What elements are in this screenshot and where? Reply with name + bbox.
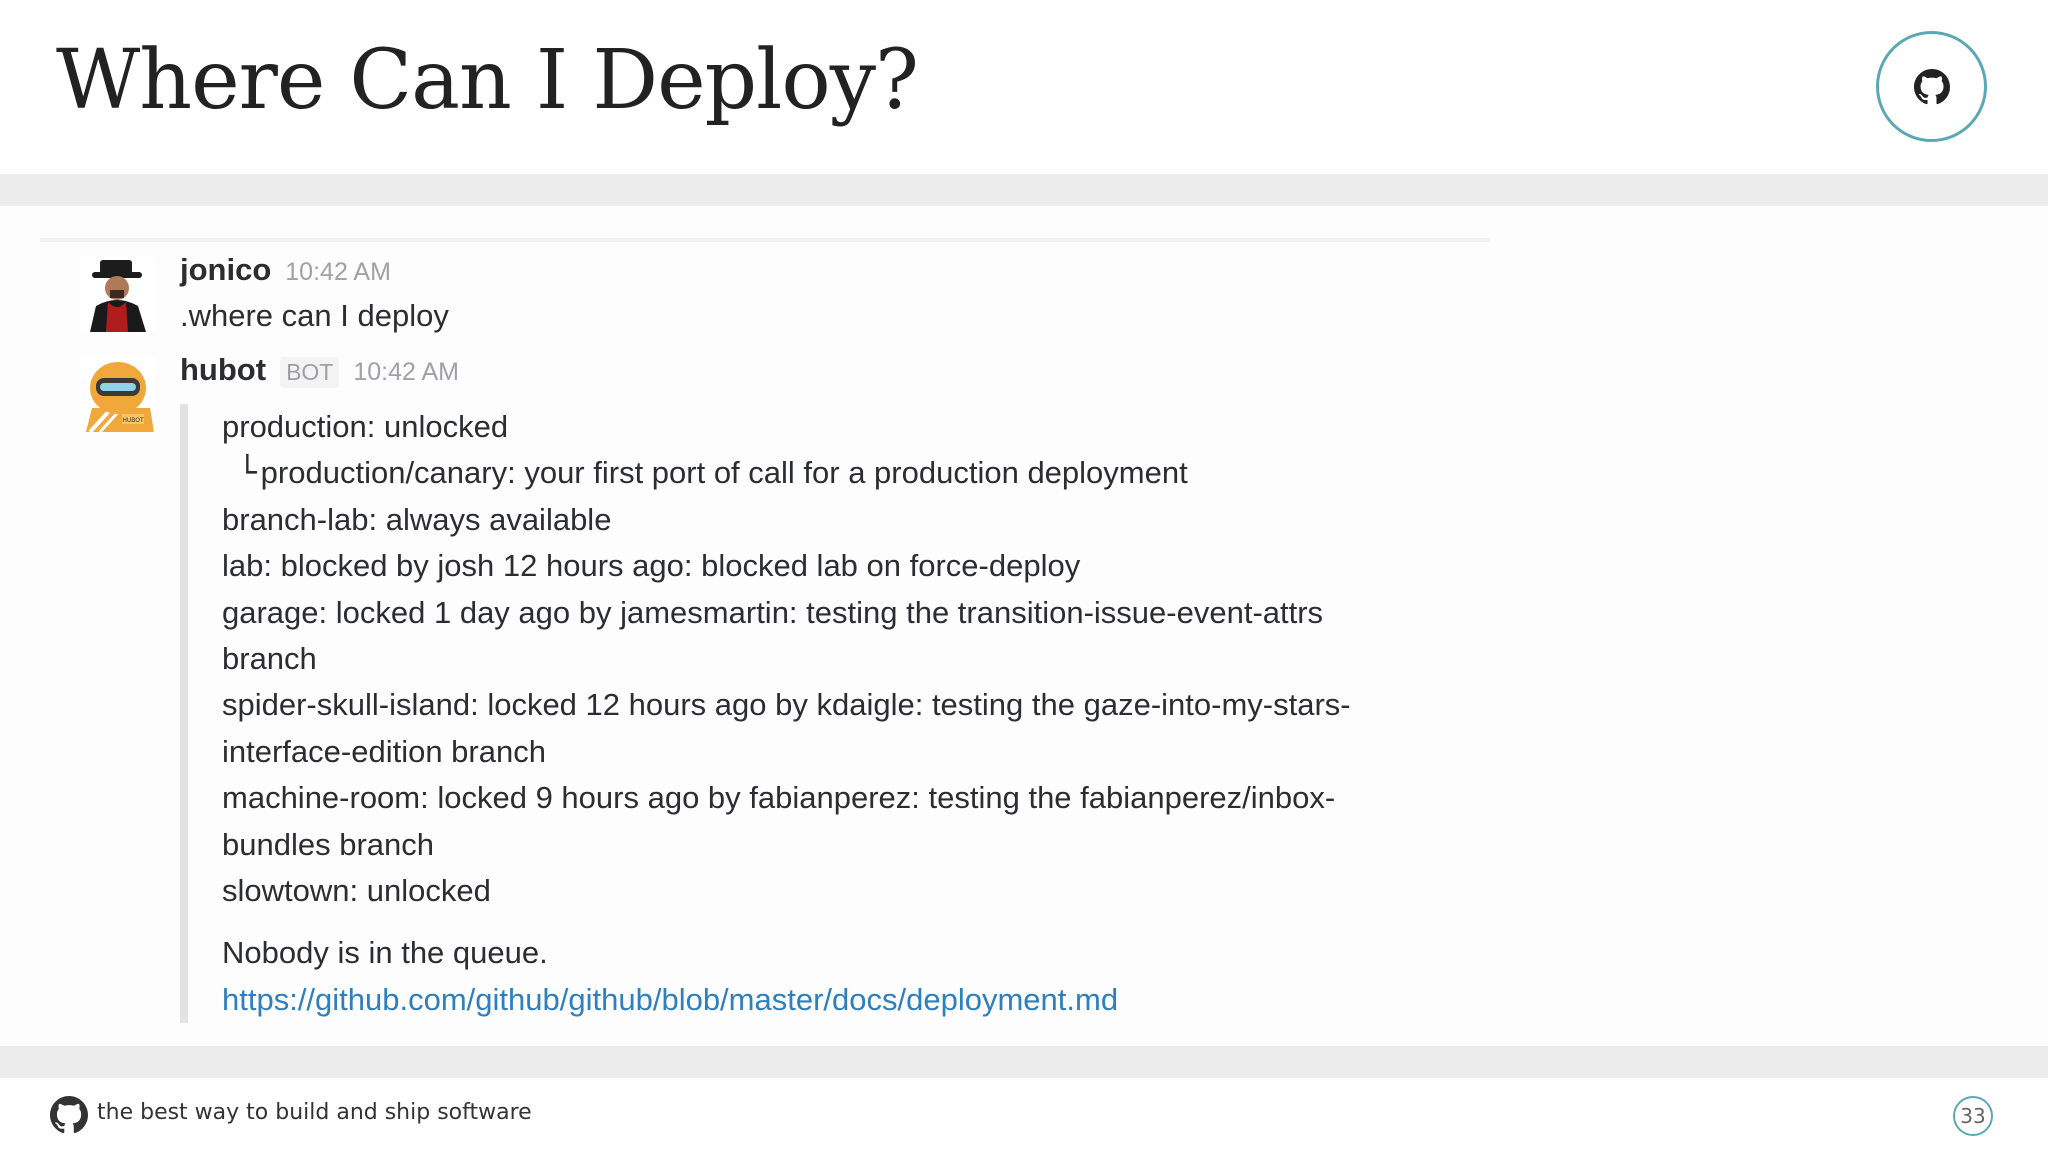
message-author[interactable]: jonico bbox=[180, 252, 271, 288]
footer-divider-band bbox=[0, 1046, 2048, 1078]
page-number: 33 bbox=[1953, 1096, 1993, 1136]
chat-screenshot: jonico 10:42 AM .where can I deploy HUBO… bbox=[0, 206, 2048, 1046]
deployment-docs-link[interactable]: https://github.com/github/github/blob/ma… bbox=[222, 977, 1118, 1023]
attachment-spacer bbox=[222, 914, 1422, 930]
message-timestamp[interactable]: 10:42 AM bbox=[353, 358, 459, 387]
tree-branch-icon: └ bbox=[238, 455, 257, 492]
avatar-hubot[interactable]: HUBOT bbox=[80, 356, 156, 432]
message-attachment: production: unlocked └ production/canary:… bbox=[180, 404, 1422, 1023]
message-text: .where can I deploy bbox=[180, 298, 449, 333]
user-avatar-icon bbox=[80, 256, 156, 332]
message-author[interactable]: hubot bbox=[180, 352, 266, 388]
environment-status-line: bundles branch bbox=[222, 826, 434, 862]
header-divider-band bbox=[0, 174, 2048, 206]
environment-status-line: interface-edition branch bbox=[222, 733, 546, 769]
queue-status: Nobody is in the queue. bbox=[222, 935, 548, 971]
environment-status-line: └ production/canary: your first port of c… bbox=[222, 450, 1422, 496]
hubot-avatar-icon: HUBOT bbox=[80, 356, 156, 432]
slide-title: Where Can I Deploy? bbox=[56, 33, 919, 128]
environment-status-line: branch bbox=[222, 641, 317, 677]
github-octocat-icon bbox=[1913, 68, 1950, 104]
svg-text:HUBOT: HUBOT bbox=[122, 417, 144, 424]
environment-status-line: lab: blocked by josh 12 hours ago: block… bbox=[222, 548, 1081, 584]
bot-badge: BOT bbox=[280, 357, 340, 388]
footer-tagline: the best way to build and ship software bbox=[97, 1100, 532, 1125]
environment-status-line: slowtown: unlocked bbox=[222, 873, 491, 909]
environment-status-line: machine-room: locked 9 hours ago by fabi… bbox=[222, 780, 1336, 816]
environment-status-line: branch-lab: always available bbox=[222, 501, 612, 537]
avatar-jonico[interactable] bbox=[80, 256, 156, 332]
message-timestamp[interactable]: 10:42 AM bbox=[285, 258, 391, 287]
environment-status-line: production: unlocked bbox=[222, 409, 509, 444]
github-logo-badge bbox=[1876, 31, 1987, 142]
chat-top-divider bbox=[40, 238, 1490, 242]
environment-status-text: production/canary: your first port of ca… bbox=[260, 455, 1188, 491]
environment-status-line: garage: locked 1 day ago by jamesmartin:… bbox=[222, 594, 1324, 630]
environment-status-line: spider-skull-island: locked 12 hours ago… bbox=[222, 687, 1351, 723]
github-octocat-icon bbox=[50, 1096, 88, 1134]
footer-logo bbox=[50, 1096, 88, 1134]
